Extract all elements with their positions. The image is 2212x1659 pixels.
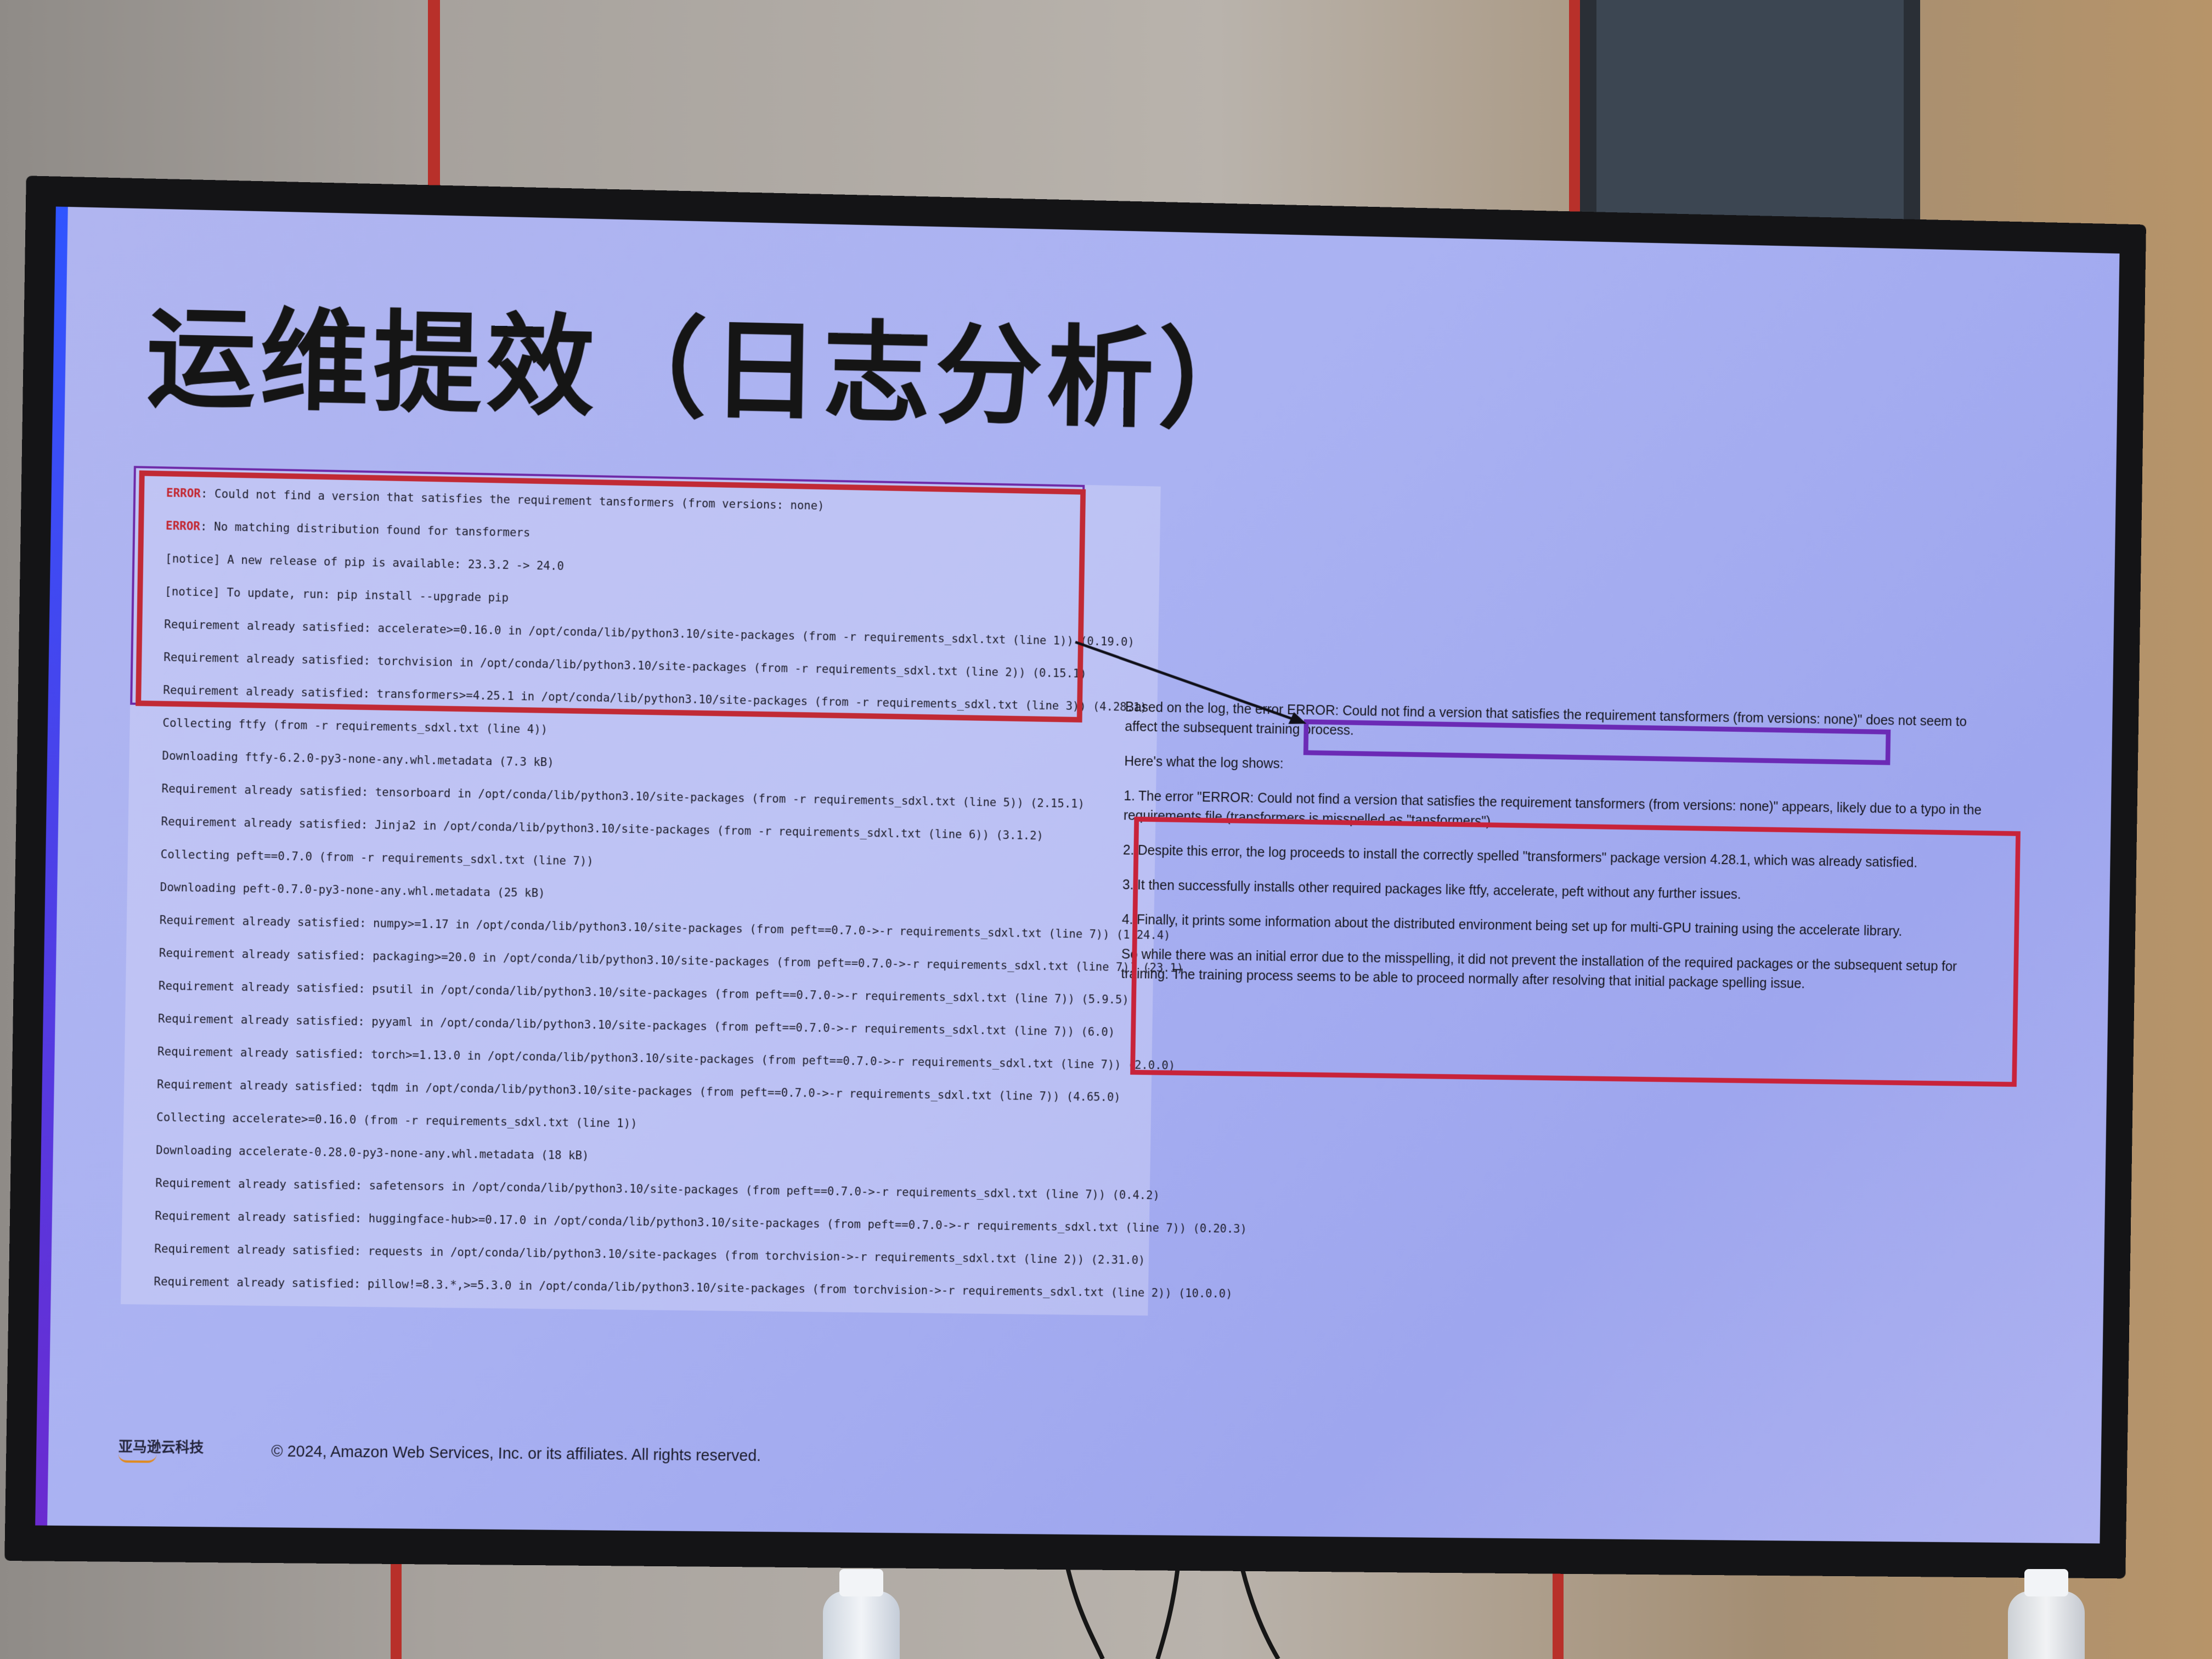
bottle-cap (2024, 1569, 2068, 1596)
tv-monitor: 运维提效（日志分析） ERROR: Could not find a versi… (4, 176, 2147, 1579)
water-bottle-right (2008, 1569, 2085, 1659)
logo-text: 亚马逊云科技 (118, 1438, 204, 1457)
water-bottle-left (823, 1569, 900, 1659)
presentation-slide: 运维提效（日志分析） ERROR: Could not find a versi… (35, 206, 2120, 1544)
bottle-cap (839, 1569, 883, 1596)
company-logo: 亚马逊云科技 (118, 1436, 204, 1463)
connector-arrow (35, 207, 2119, 1544)
